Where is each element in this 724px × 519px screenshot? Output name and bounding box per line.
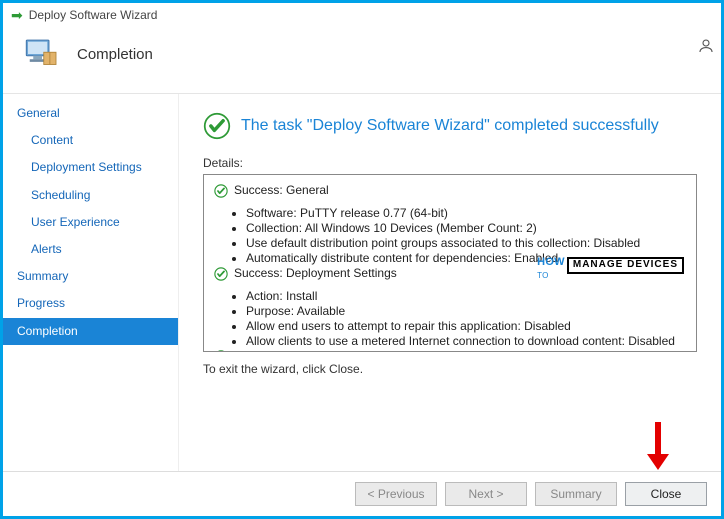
details-group: Success: Application Settings (retrieved… [214, 349, 686, 352]
details-list-item: Automatically distribute content for dep… [246, 251, 686, 265]
sidebar-item-completion[interactable]: Completion [3, 318, 178, 345]
details-group: Success: General [214, 183, 686, 198]
close-button[interactable]: Close [625, 482, 707, 506]
check-icon [214, 184, 228, 198]
sidebar-item-summary[interactable]: Summary [3, 263, 178, 290]
app-arrow-icon: ➡ [11, 7, 23, 24]
details-list-item: Allow end users to attempt to repair thi… [246, 319, 686, 333]
details-list-item: Action: Install [246, 289, 686, 303]
next-button: Next > [445, 482, 527, 506]
wizard-body: GeneralContentDeployment SettingsSchedul… [3, 93, 721, 471]
check-icon [214, 350, 228, 352]
details-list: Software: PuTTY release 0.77 (64-bit)Col… [214, 206, 686, 265]
page-title: Completion [77, 46, 153, 63]
window-title: Deploy Software Wizard [29, 8, 158, 22]
details-group-title: Success: Application Settings (retrieved… [234, 349, 634, 352]
sidebar-item-user-experience[interactable]: User Experience [3, 209, 178, 236]
summary-button: Summary [535, 482, 617, 506]
sidebar-item-progress[interactable]: Progress [3, 290, 178, 317]
success-check-icon [203, 112, 231, 140]
details-label: Details: [203, 156, 697, 170]
wizard-header: Completion [3, 27, 721, 93]
details-group: Success: Deployment Settings [214, 266, 686, 281]
computer-package-icon [21, 33, 63, 75]
sidebar-item-general[interactable]: General [3, 100, 178, 127]
sidebar-item-content[interactable]: Content [3, 127, 178, 154]
titlebar: ➡ Deploy Software Wizard [3, 3, 721, 27]
sidebar-item-alerts[interactable]: Alerts [3, 236, 178, 263]
sidebar-item-scheduling[interactable]: Scheduling [3, 182, 178, 209]
details-group-title: Success: Deployment Settings [234, 266, 397, 280]
details-list-item: Software: PuTTY release 0.77 (64-bit) [246, 206, 686, 220]
wizard-main: The task "Deploy Software Wizard" comple… [179, 94, 721, 471]
check-icon [214, 267, 228, 281]
wizard-sidebar: GeneralContentDeployment SettingsSchedul… [3, 94, 179, 471]
details-list: Action: InstallPurpose: AvailableAllow e… [214, 289, 686, 348]
success-title: The task "Deploy Software Wizard" comple… [241, 117, 659, 135]
wizard-footer: < Previous Next > Summary Close [3, 471, 721, 516]
sidebar-item-deployment-settings[interactable]: Deployment Settings [3, 154, 178, 181]
details-list-item: Allow clients to use a metered Internet … [246, 334, 686, 348]
details-box: HOWMANAGE DEVICES TO Success: GeneralSof… [203, 174, 697, 352]
details-group-title: Success: General [234, 183, 329, 197]
exit-hint: To exit the wizard, click Close. [203, 362, 697, 376]
previous-button: < Previous [355, 482, 437, 506]
account-icon[interactable] [697, 37, 715, 55]
success-heading: The task "Deploy Software Wizard" comple… [203, 112, 697, 140]
details-list-item: Use default distribution point groups as… [246, 236, 686, 250]
details-list-item: Collection: All Windows 10 Devices (Memb… [246, 221, 686, 235]
wizard-window: ➡ Deploy Software Wizard Completion Gene… [0, 0, 724, 519]
details-list-item: Purpose: Available [246, 304, 686, 318]
